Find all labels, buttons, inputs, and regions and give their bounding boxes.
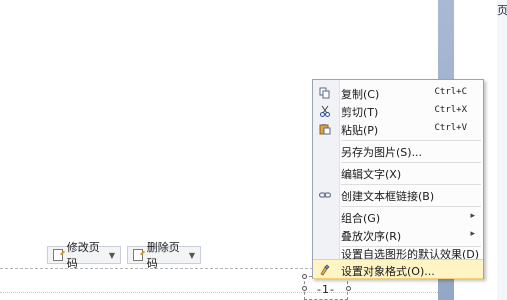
right-pane-label: 页 bbox=[497, 4, 507, 17]
delete-page-number-button[interactable]: 删除页码 ▼ bbox=[127, 241, 201, 270]
menu-item-format-object[interactable]: 设置对象格式(O)... bbox=[313, 259, 483, 279]
submenu-arrow-icon: ▸ bbox=[470, 229, 475, 239]
context-menu: 复制(C) Ctrl+C 剪切(T) Ctrl+X 粘贴(P) Ctrl+V 另… bbox=[312, 79, 484, 279]
delete-page-number-label: 删除页码 bbox=[146, 241, 180, 270]
format-object-icon bbox=[320, 264, 330, 276]
menu-item-edit-text-label: 编辑文字(X) bbox=[341, 168, 402, 181]
menu-item-edit-text[interactable]: 编辑文字(X) bbox=[313, 163, 483, 183]
right-pane-edge bbox=[497, 0, 507, 300]
menu-item-copy-label: 复制(C) bbox=[341, 88, 380, 101]
delete-icon bbox=[133, 249, 143, 261]
menu-item-stacking-order[interactable]: 叠放次序(R) ▸ bbox=[313, 225, 483, 245]
link-icon bbox=[319, 192, 331, 198]
menu-item-cut-shortcut: Ctrl+X bbox=[434, 105, 467, 115]
menu-item-cut-label: 剪切(T) bbox=[341, 106, 379, 119]
menu-item-group-label: 组合(G) bbox=[341, 212, 381, 225]
page-number-text: -1- bbox=[317, 283, 335, 296]
menu-item-paste[interactable]: 粘贴(P) Ctrl+V bbox=[313, 119, 483, 139]
page-number-textbox[interactable]: -1- bbox=[304, 276, 348, 300]
menu-item-paste-shortcut: Ctrl+V bbox=[434, 123, 467, 133]
menu-item-group[interactable]: 组合(G) ▸ bbox=[313, 207, 483, 227]
paste-icon bbox=[319, 124, 331, 135]
cut-icon bbox=[320, 105, 330, 117]
resize-handle[interactable] bbox=[302, 274, 307, 279]
edit-page-number-button[interactable]: 修改页码 ▼ bbox=[47, 241, 121, 270]
chevron-down-icon: ▼ bbox=[108, 250, 115, 260]
footer-dotted-line bbox=[0, 292, 438, 293]
menu-item-cut[interactable]: 剪切(T) Ctrl+X bbox=[313, 101, 483, 121]
chevron-down-icon: ▼ bbox=[188, 250, 195, 260]
submenu-arrow-icon: ▸ bbox=[470, 211, 475, 221]
menu-item-stacking-order-label: 叠放次序(R) bbox=[341, 230, 402, 243]
menu-item-save-as-picture[interactable]: 另存为图片(S)... bbox=[313, 141, 483, 161]
resize-handle[interactable] bbox=[346, 286, 351, 291]
menu-item-paste-label: 粘贴(P) bbox=[341, 124, 379, 137]
menu-item-save-as-picture-label: 另存为图片(S)... bbox=[341, 146, 423, 159]
edit-icon bbox=[53, 249, 63, 261]
menu-item-copy[interactable]: 复制(C) Ctrl+C bbox=[313, 83, 483, 103]
menu-item-format-object-label: 设置对象格式(O)... bbox=[341, 265, 435, 278]
copy-icon bbox=[319, 87, 330, 99]
menu-item-create-textbox-link-label: 创建文本框链接(B) bbox=[341, 190, 435, 203]
edit-page-number-label: 修改页码 bbox=[66, 241, 100, 270]
menu-item-create-textbox-link[interactable]: 创建文本框链接(B) bbox=[313, 185, 483, 205]
resize-handle[interactable] bbox=[302, 286, 307, 291]
menu-item-copy-shortcut: Ctrl+C bbox=[434, 87, 467, 97]
